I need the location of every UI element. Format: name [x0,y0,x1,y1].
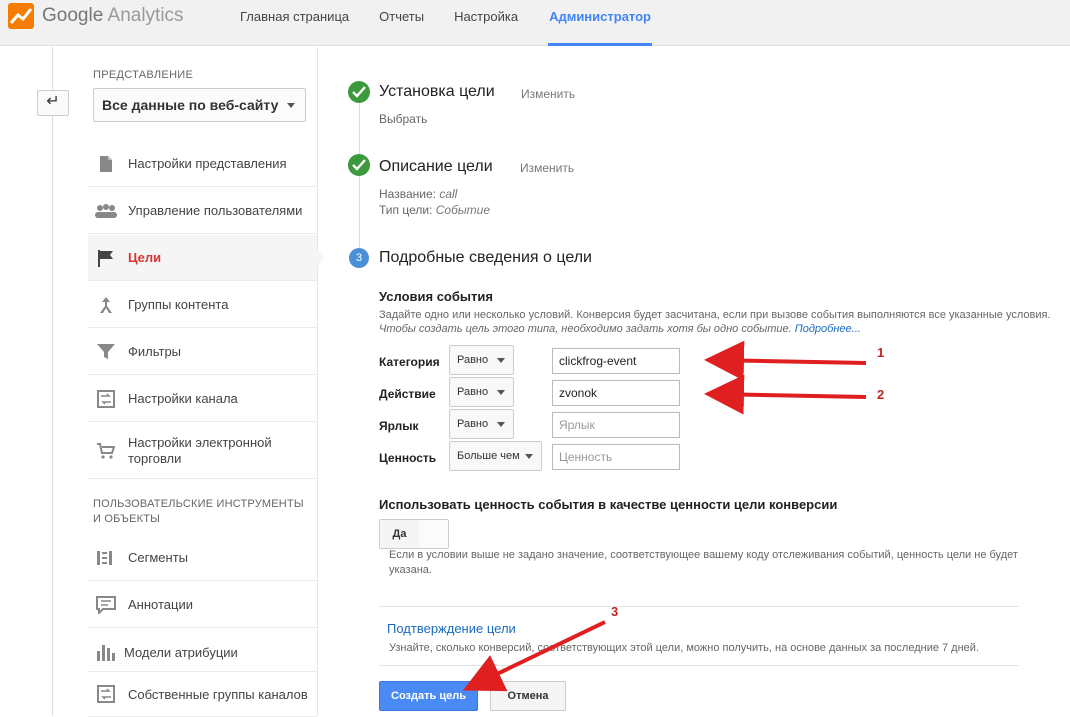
sidebar-item-attribution-models[interactable]: Модели атрибуции [88,629,317,675]
steps-connector [359,102,360,262]
nav-reports[interactable]: Отчеты [379,0,424,46]
goal-name-line: Название: call [379,187,458,201]
category-label: Категория [379,355,440,369]
sidebar-item-label: Настройки представления [128,156,287,171]
event-conditions-title: Условия события [379,289,493,304]
toggle-knob [419,520,448,548]
step-goal-description-edit-link[interactable]: Изменить [520,161,574,175]
chevron-down-icon [287,103,295,108]
step-goal-setup-title: Установка цели [379,83,495,100]
tools-section-title: ПОЛЬЗОВАТЕЛЬСКИЕ ИНСТРУМЕНТЫ И ОБЪЕКТЫ [93,498,304,525]
use-event-value-toggle[interactable]: Да [379,519,449,549]
page-icon [94,154,118,174]
sidebar-item-label: Сегменты [128,550,189,565]
value-operator-select[interactable]: Больше чем [449,441,542,471]
cancel-button[interactable]: Отмена [490,681,566,711]
annotation-number-1: 1 [877,345,885,360]
sidebar-item-label: Настройки электронной торговли [128,434,272,466]
checkmark-icon [348,154,370,176]
value-value-input[interactable] [552,444,680,470]
sidebar-item-user-management[interactable]: Управление пользователями [88,188,317,234]
sidebar-item-ecommerce-settings[interactable]: Настройки электронной торговли [88,423,317,479]
sidebar-item-label: Фильтры [128,344,182,359]
sidebar-item-filters[interactable]: Фильтры [88,329,317,375]
sidebar-item-label: Собственные группы каналов [128,686,308,702]
sidebar-item-label: Цели [128,250,162,265]
verify-goal-help: Узнайте, сколько конверсий, соответствую… [389,642,979,654]
channel-icon [94,389,118,409]
label-value-input[interactable] [552,412,680,438]
divider [379,665,1019,666]
sidebar-item-annotations[interactable]: Аннотации [88,582,317,628]
sidebar-item-label: Группы контента [128,297,229,312]
category-operator-select[interactable]: Равно [449,345,514,375]
rail-divider [52,47,53,716]
annotation-number-3: 3 [611,604,619,619]
label-operator-select[interactable]: Равно [449,409,514,439]
bars-icon [94,642,118,662]
google-analytics-logo[interactable]: Google Analytics [8,3,184,29]
verify-goal-link[interactable]: Подтверждение цели [387,621,516,636]
sidebar-item-goals[interactable]: Цели [88,235,325,281]
view-select[interactable]: Все данные по веб-сайту [93,88,306,122]
use-event-value-title: Использовать ценность события в качестве… [379,497,838,512]
sidebar-item-label: Модели атрибуции [124,644,238,660]
action-operator-select[interactable]: Равно [449,377,514,407]
flag-icon [94,248,118,268]
sidebar-item-content-groups[interactable]: Группы контента [88,282,317,328]
filter-icon [94,342,118,362]
nav-admin[interactable]: Администратор [548,0,652,46]
sidebar-item-label: Аннотации [128,597,193,612]
channel-groups-icon [94,684,118,704]
learn-more-link[interactable]: Подробнее... [795,323,861,335]
value-label: Ценность [379,451,437,465]
nav-home[interactable]: Главная страница [240,0,349,46]
category-value-input[interactable] [552,348,680,374]
divider [379,606,1019,607]
event-conditions-help: Задайте одно или несколько условий. Конв… [379,309,1051,335]
chevron-down-icon [525,454,533,459]
analytics-logo-icon [8,3,34,29]
sidebar-item-label: Настройки канала [128,391,238,406]
label-label: Ярлык [379,419,419,433]
chevron-down-icon [497,358,505,363]
action-label: Действие [379,387,436,401]
action-value-input[interactable] [552,380,680,406]
view-select-value: Все данные по веб-сайту [102,97,279,113]
main-nav: Главная страница Отчеты Настройка Админи… [240,0,682,46]
sidebar-item-channel-settings[interactable]: Настройки канала [88,376,317,422]
goal-editor: Установка цели Изменить Выбрать Описание… [319,47,1070,716]
use-event-value-help: Если в условии выше не задано значение, … [389,549,1018,576]
segments-icon [94,548,118,568]
step-number-badge: 3 [349,248,369,268]
checkmark-icon [348,81,370,103]
create-goal-button[interactable]: Создать цель [379,681,478,711]
sidebar-item-custom-channel-groups[interactable]: Собственные группы каналов [88,671,317,717]
chevron-down-icon [497,422,505,427]
cart-icon [94,441,118,461]
chevron-down-icon [497,390,505,395]
admin-sidebar: ↵ ПРЕДСТАВЛЕНИЕ Все данные по веб-сайту … [0,47,325,717]
logo-text: Google Analytics [42,5,184,26]
people-icon [94,201,118,221]
step-goal-description-title: Описание цели [379,158,493,175]
sidebar-item-label: Управление пользователями [128,203,303,218]
top-bar: Google Analytics Главная страница Отчеты… [0,0,1070,46]
annotation-icon [94,595,118,615]
view-label: ПРЕДСТАВЛЕНИЕ [93,69,194,81]
goal-type-line: Тип цели: Событие [379,203,490,217]
sidebar-item-view-settings[interactable]: Настройки представления [88,141,317,187]
sidebar-item-segments[interactable]: Сегменты [88,535,317,581]
step-goal-details-title: Подробные сведения о цели [379,249,592,266]
annotation-number-2: 2 [877,387,885,402]
nav-customization[interactable]: Настройка [454,0,518,46]
step-goal-setup-value: Выбрать [379,112,428,126]
toggle-yes-label: Да [380,520,420,548]
back-arrow-icon[interactable]: ↵ [37,90,69,116]
branch-icon [94,295,118,315]
step-goal-setup-edit-link[interactable]: Изменить [521,87,575,101]
